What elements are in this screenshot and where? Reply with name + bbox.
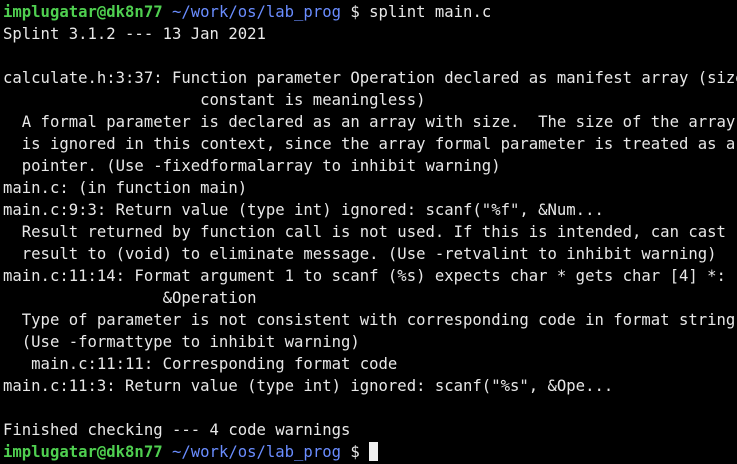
output-line: is ignored in this context, since the ar… xyxy=(3,135,736,153)
terminal-window[interactable]: implugatar@dk8n77 ~/work/os/lab_prog $ s… xyxy=(0,0,737,464)
output-line: Result returned by function call is not … xyxy=(3,223,726,241)
output-line: constant is meaningless) xyxy=(3,91,426,109)
entered-command: splint main.c xyxy=(369,3,492,21)
output-line: Finished checking --- 4 code warnings xyxy=(3,421,351,439)
text-cursor[interactable] xyxy=(369,442,379,461)
output-line: main.c:11:3: Return value (type int) ign… xyxy=(3,377,614,395)
command-prompt-line: implugatar@dk8n77 ~/work/os/lab_prog $ s… xyxy=(0,1,737,23)
output-line: main.c:11:14: Format argument 1 to scanf… xyxy=(3,267,726,285)
output-line: Type of parameter is not consistent with… xyxy=(3,311,737,329)
output-line: main.c: (in function main) xyxy=(3,179,248,197)
output-line: Splint 3.1.2 --- 13 Jan 2021 xyxy=(3,25,266,43)
prompt-symbol: $ xyxy=(350,3,360,21)
output-line: result to (void) to eliminate message. (… xyxy=(3,245,717,263)
output-line: pointer. (Use -fixedformalarray to inhib… xyxy=(3,157,501,175)
prompt-symbol: $ xyxy=(350,443,360,461)
prompt-path: ~/work/os/lab_prog xyxy=(172,3,341,21)
output-line: &Operation xyxy=(3,289,257,307)
prompt-user-host: implugatar@dk8n77 xyxy=(3,3,163,21)
prompt-path: ~/work/os/lab_prog xyxy=(172,443,341,461)
prompt-user-host: implugatar@dk8n77 xyxy=(3,443,163,461)
active-prompt-line[interactable]: implugatar@dk8n77 ~/work/os/lab_prog $ xyxy=(0,441,737,463)
output-line: main.c:9:3: Return value (type int) igno… xyxy=(3,201,604,219)
output-line: calculate.h:3:37: Function parameter Ope… xyxy=(3,69,737,87)
output-line: (Use -formattype to inhibit warning) xyxy=(3,333,360,351)
output-line: main.c:11:11: Corresponding format code xyxy=(3,355,398,373)
output-line: A formal parameter is declared as an arr… xyxy=(3,113,736,131)
